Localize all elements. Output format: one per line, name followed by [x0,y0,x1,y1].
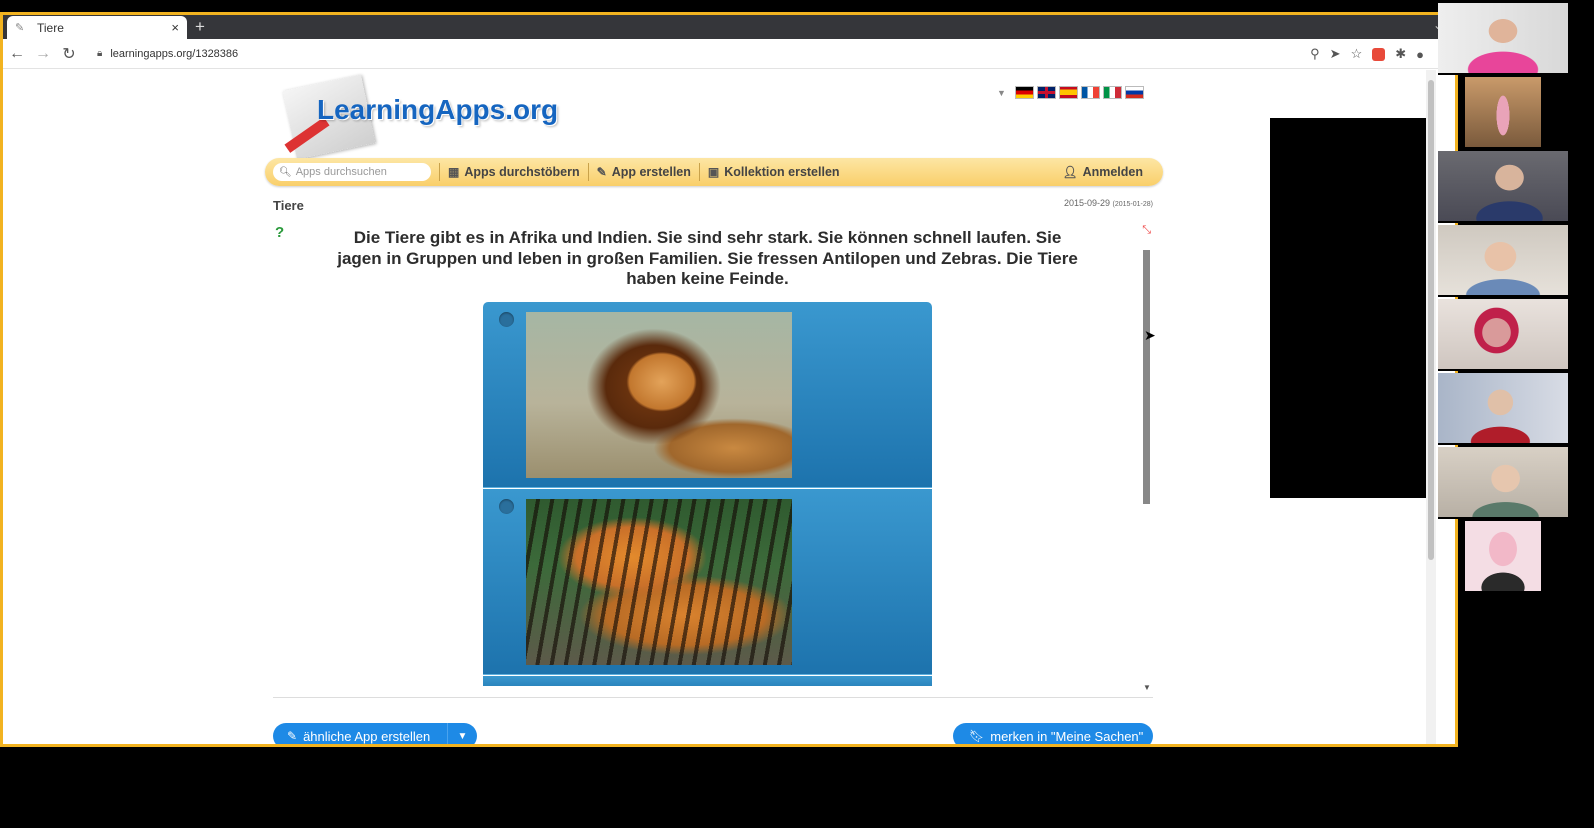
site-logo[interactable]: LearningApps.org [275,74,575,160]
create-collection-label: Kollektion erstellen [724,165,840,179]
tab-close-button[interactable]: × [171,20,179,35]
nav-divider [439,163,440,181]
option-radio[interactable] [499,499,514,514]
create-app-link[interactable]: ✎ App erstellen [597,165,691,179]
app-date-value: 2015-09-29 [1063,198,1111,208]
flag-fr-icon[interactable] [1080,86,1100,99]
page-scrollbar[interactable] [1426,70,1436,744]
nav-divider [587,163,589,181]
bookmark-icon: 🔖︎ [969,729,985,743]
toolbar-actions: ⚲ ➤ ☆ ✱ ● ⋮ [1310,39,1447,69]
app-date-created: (2015-01-28) [1112,201,1153,208]
tiger-image [526,499,792,665]
participant-avatar[interactable] [1465,521,1541,593]
flag-it-icon[interactable] [1102,86,1122,99]
app-date: 2015-09-29 (2015-01-28) [1064,198,1153,208]
scroll-down-arrow-icon[interactable]: ▼ [1143,683,1151,692]
login-link[interactable]: 👤︎ Anmelden [1062,165,1143,179]
participant-video[interactable] [1465,77,1541,149]
new-tab-button[interactable]: + [195,17,205,37]
user-icon: 👤︎ [1062,165,1078,179]
answer-option-tiger[interactable] [483,489,932,675]
flag-en-icon[interactable] [1036,86,1056,99]
search-input[interactable]: 🔍︎ Apps durchsuchen [273,163,431,181]
language-selector: ▼ [997,86,1144,99]
browse-apps-label: Apps durchstöbern [464,165,580,179]
question-help-icon[interactable]: ? [275,224,293,242]
send-icon[interactable]: ➤ [1330,46,1341,62]
participant-video[interactable] [1438,3,1568,75]
create-app-label: App erstellen [611,165,691,179]
search-placeholder: Apps durchsuchen [295,166,387,178]
logo-text: LearningApps.org [317,94,559,125]
bookmark-star-icon[interactable]: ☆ [1351,46,1363,62]
answer-options [483,302,932,686]
forward-arrow-icon[interactable]: → [31,45,55,63]
language-dropdown-icon[interactable]: ▼ [997,88,1006,98]
fullscreen-icon[interactable]: ⤡ [1142,224,1151,237]
flag-ru-icon[interactable] [1124,86,1144,99]
web-page: LearningApps.org ▼ 🔍︎ Apps durchsuchen ▦… [3,70,1426,744]
pencil-icon: ✎ [596,165,607,179]
reload-icon[interactable]: ↻ [57,44,81,64]
browse-apps-link[interactable]: ▦ Apps durchstöbern [448,165,580,179]
lion-image [526,312,792,478]
create-collection-link[interactable]: ▣ Kollektion erstellen [708,165,840,179]
option-radio[interactable] [499,312,514,327]
url-text: learningapps.org/1328386 [110,47,239,60]
back-arrow-icon[interactable]: ← [5,45,29,63]
participant-video[interactable] [1438,225,1568,297]
collection-icon: ▣ [707,165,720,179]
bookmark-label: merken in "Meine Sachen" [990,728,1144,744]
edit-icon: ✎ [287,729,298,743]
browser-tab[interactable]: ✎ Tiere × [7,16,187,39]
nav-divider [698,163,700,181]
screen-share-frame: ✎ Tiere × + ⌄ ← → ↻ 🔒︎ learningapps.org/… [0,12,1458,747]
login-label: Anmelden [1082,165,1143,179]
page-favicon-icon: ✎ [15,21,25,34]
app-scrollbar[interactable]: ▼ [1143,250,1151,692]
address-bar[interactable]: 🔒︎ learningapps.org/1328386 [89,42,1269,66]
zoom-icon[interactable]: ⚲ [1310,46,1320,62]
app-title: Tiere [273,198,304,213]
dropdown-caret-icon[interactable]: ▼ [447,723,477,744]
participant-video[interactable] [1438,447,1568,519]
app-area: ? ⤡ Die Tiere gibt es in Afrika und Indi… [273,218,1153,698]
extension-icon[interactable] [1372,47,1386,61]
answer-option-next[interactable] [483,676,932,686]
participant-video[interactable] [1438,299,1568,371]
app-scrollbar-thumb[interactable] [1143,250,1150,504]
flag-es-icon[interactable] [1058,86,1078,99]
create-similar-app-label: ähnliche App erstellen [303,728,431,744]
grid-icon: ▦ [448,165,460,179]
answer-option-lion[interactable] [483,302,932,488]
search-icon: 🔍︎ [279,166,292,178]
browser-tab-bar: ✎ Tiere × + ⌄ [3,15,1455,39]
mouse-cursor-icon: ➤ [1144,327,1156,343]
participant-video[interactable] [1438,151,1568,223]
black-overlay-panel [1270,118,1426,498]
participant-video[interactable] [1438,373,1568,445]
lock-icon: 🔒︎ [97,48,103,59]
flag-de-icon[interactable] [1014,86,1034,99]
extensions-puzzle-icon[interactable]: ✱ [1395,46,1406,62]
question-text: Die Tiere gibt es in Afrika und Indien. … [337,228,1078,288]
bookmark-button[interactable]: 🔖︎ merken in "Meine Sachen" [953,723,1153,744]
tab-title: Tiere [37,20,64,35]
main-navigation: 🔍︎ Apps durchsuchen ▦ Apps durchstöbern … [265,158,1163,186]
profile-icon[interactable]: ● [1416,47,1424,62]
page-scrollbar-thumb[interactable] [1428,80,1434,560]
browser-toolbar: ← → ↻ 🔒︎ learningapps.org/1328386 ⚲ ➤ ☆ … [3,39,1455,69]
create-similar-app-button[interactable]: ✎ ähnliche App erstellen ▼ [273,723,477,744]
